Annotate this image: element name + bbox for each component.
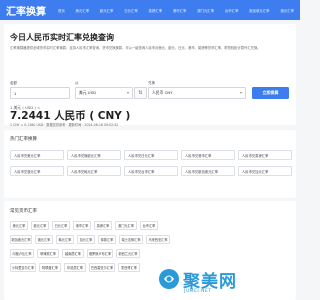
watermark-subtext: JUMEI.NET	[184, 289, 212, 294]
currency-link[interactable]: 英镑汇率	[94, 221, 112, 230]
convert-button[interactable]: 立即换算	[252, 87, 289, 99]
currency-link[interactable]: 俄罗斯卢布汇率	[87, 249, 113, 258]
converter-form: 1 美元 USD ⇅ 人民币 CNY 立即换算	[10, 87, 290, 99]
currency-link[interactable]: 新西兰元汇率	[116, 249, 140, 258]
chevron-down-icon	[127, 92, 129, 94]
page-title: 今日人民币实时汇率兑换查询	[10, 33, 114, 42]
hot-link[interactable]: 人民币兑台币汇率	[124, 166, 178, 176]
watermark-logo-icon	[158, 268, 180, 290]
nav-item-home[interactable]: 首页	[58, 8, 65, 13]
nav-item-twd[interactable]: 台币汇率	[225, 8, 239, 13]
currency-link[interactable]: 韩元汇率	[56, 235, 74, 244]
result-details: 1 CNY = 0.1380 USD · 数据仅供参考 · 更新时间：2024-…	[10, 123, 119, 127]
watermark: 聚美网 JUMEI.NET	[158, 264, 288, 294]
field-labels: 金额 从 兑换	[10, 81, 290, 86]
amount-label: 金额	[10, 81, 17, 85]
hot-link[interactable]: 人民币兑换欧元汇率	[67, 150, 121, 160]
hot-link[interactable]: 人民币兑港币汇率	[181, 150, 235, 160]
main-nav: 首页 美元汇率 欧元汇率 日元汇率 英镑汇率 港币汇率 澳门元汇率 台币汇率 新…	[58, 8, 294, 13]
result-value: 7.2441 人民币 ( CNY )	[10, 110, 131, 122]
currency-link[interactable]: 越南盾汇率	[62, 249, 84, 258]
currency-section-title: 常见货币汇率	[10, 209, 37, 214]
currency-link[interactable]: 印尼盾汇率	[64, 263, 86, 272]
hot-link[interactable]: 人民币兑澳元汇率	[10, 166, 64, 176]
currency-link[interactable]: 巴西雷亚尔汇率	[89, 263, 115, 272]
currency-link[interactable]: 新加坡元汇率	[10, 235, 32, 244]
nav-item-jpy[interactable]: 日元汇率	[124, 8, 138, 13]
top-navigation-bar: 汇率换算 首页 美元汇率 欧元汇率 日元汇率 英镑汇率 港币汇率 澳门元汇率 台…	[0, 0, 300, 20]
to-label: 兑换	[148, 81, 155, 85]
currency-link[interactable]: 瑞士法郎汇率	[119, 235, 143, 244]
nav-item-hkd[interactable]: 港币汇率	[173, 8, 187, 13]
site-logo[interactable]: 汇率换算	[6, 3, 58, 18]
swap-icon: ⇅	[138, 90, 143, 96]
nav-item-gbp[interactable]: 英镑汇率	[149, 8, 163, 13]
to-currency-select[interactable]: 人民币 CNY	[148, 87, 246, 99]
amount-input[interactable]: 1	[10, 87, 70, 99]
currency-link[interactable]: 印度卢比汇率	[10, 249, 34, 258]
hot-link[interactable]: 人民币兑加元汇率	[238, 166, 292, 176]
hot-link[interactable]: 人民币兑韩元汇率	[67, 166, 121, 176]
to-currency-value: 人民币 CNY	[152, 90, 173, 95]
hot-link[interactable]: 人民币兑美元汇率	[10, 150, 64, 160]
nav-item-aud[interactable]: 澳元汇率	[280, 8, 294, 13]
currency-link[interactable]: 澳门元汇率	[115, 221, 137, 230]
nav-item-sgd[interactable]: 新加坡元汇率	[249, 8, 269, 13]
watermark-text: 聚美网	[183, 271, 237, 292]
from-label: 从	[75, 81, 79, 85]
currency-link[interactable]: 澳元汇率	[35, 235, 53, 244]
currency-link[interactable]: 台币汇率	[140, 221, 158, 230]
hot-link[interactable]: 人民币兑英镑汇率	[238, 150, 292, 160]
currency-link[interactable]: 日元汇率	[52, 221, 70, 230]
hot-link[interactable]: 人民币兑日元汇率	[124, 150, 178, 160]
currency-link[interactable]: 加元汇率	[77, 235, 95, 244]
from-currency-select[interactable]: 美元 USD	[75, 87, 133, 99]
nav-item-eur[interactable]: 欧元汇率	[100, 8, 114, 13]
currency-link[interactable]: 阿联酋汇率	[39, 263, 61, 272]
nav-item-usd[interactable]: 美元汇率	[76, 8, 90, 13]
hot-section-title: 热门汇率换算	[10, 137, 37, 142]
currency-link[interactable]: 泰铢汇率	[98, 235, 116, 244]
currency-link[interactable]: 欧元汇率	[31, 221, 49, 230]
from-currency-value: 美元 USD	[79, 90, 96, 95]
hot-link[interactable]: 人民币兑新加坡元汇率	[181, 166, 235, 176]
currency-link[interactable]: 港币汇率	[73, 221, 91, 230]
currency-link[interactable]: 菲律宾汇率	[37, 249, 59, 258]
chevron-down-icon	[240, 92, 242, 94]
currency-link[interactable]: 墨西哥汇率	[118, 263, 140, 272]
hot-conversions-card: 热门汇率换算 人民币兑美元汇率 人民币兑换欧元汇率 人民币兑日元汇率 人民币兑港…	[4, 130, 296, 198]
currency-link[interactable]: 美元汇率	[10, 221, 28, 230]
page-description: 汇率换算器提供全球货币实时汇率换算，支持人民币汇率查询，货币兑换换算，可以一键查…	[10, 46, 261, 50]
currency-link[interactable]: 马来西亚汇率	[146, 235, 170, 244]
nav-item-mop[interactable]: 澳门元汇率	[197, 8, 214, 13]
currency-link[interactable]: 沙特里亚尔汇率	[10, 263, 36, 272]
swap-button[interactable]: ⇅	[134, 87, 147, 99]
